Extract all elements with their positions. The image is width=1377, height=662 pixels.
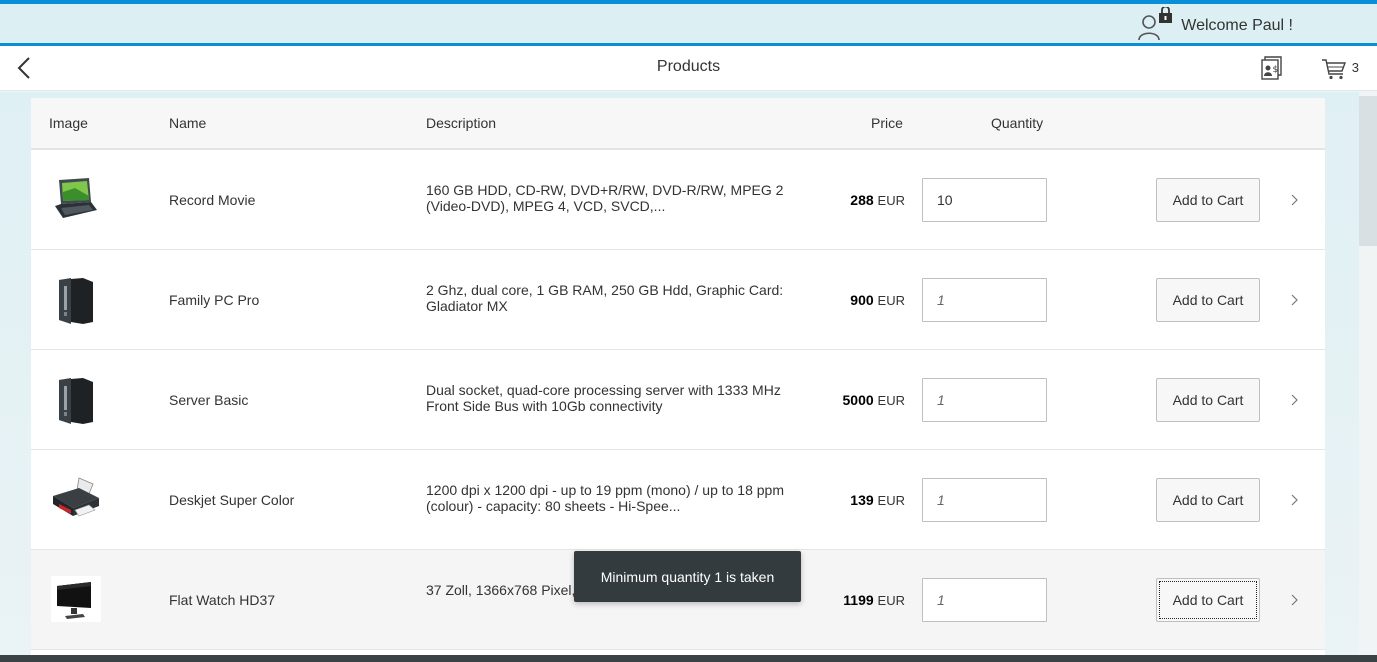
table-header: Image Name Description Price Quantity	[31, 98, 1325, 150]
product-name: Family PC Pro	[169, 292, 260, 308]
quantity-input[interactable]	[922, 278, 1047, 322]
table-row[interactable]: Deskjet Super Color 1200 dpi x 1200 dpi …	[31, 450, 1325, 550]
quantity-input[interactable]	[922, 378, 1047, 422]
price-currency: EUR	[877, 193, 905, 208]
price-currency: EUR	[877, 393, 905, 408]
footer-bar	[0, 655, 1377, 662]
user-welcome[interactable]: Welcome Paul !	[1137, 5, 1293, 46]
product-description: 1200 dpi x 1200 dpi - up to 19 ppm (mono…	[426, 482, 785, 514]
product-name: Record Movie	[169, 192, 256, 208]
price-value: 5000	[842, 392, 874, 408]
product-price: 288 EUR	[850, 192, 905, 208]
printer-icon	[49, 474, 101, 524]
product-price: 900 EUR	[850, 292, 905, 308]
shell-bar: Welcome Paul !	[0, 0, 1377, 46]
column-header-price: Price	[871, 115, 903, 131]
price-value: 900	[850, 292, 874, 308]
price-value: 1199	[843, 592, 874, 608]
product-price: 139 EUR	[850, 492, 905, 508]
product-description: 2 Ghz, dual core, 1 GB RAM, 250 GB Hdd, …	[426, 282, 784, 314]
add-to-cart-button[interactable]: Add to Cart	[1156, 478, 1260, 522]
product-description: 160 GB HDD, CD-RW, DVD+R/RW, DVD-R/RW, M…	[426, 182, 784, 214]
cart-icon[interactable]	[1321, 55, 1347, 81]
chevron-right-icon[interactable]	[1287, 590, 1303, 610]
chevron-right-icon[interactable]	[1287, 190, 1303, 210]
chevron-right-icon[interactable]	[1287, 390, 1303, 410]
chevron-right-icon[interactable]	[1287, 490, 1303, 510]
column-header-image: Image	[49, 115, 88, 131]
product-name: Flat Watch HD37	[169, 592, 276, 608]
add-to-cart-button[interactable]: Add to Cart	[1156, 278, 1260, 322]
chevron-right-icon[interactable]	[1287, 290, 1303, 310]
table-row[interactable]: Record Movie 160 GB HDD, CD-RW, DVD+R/RW…	[31, 150, 1325, 250]
product-price: 1199 EUR	[843, 592, 905, 608]
monitor-icon	[49, 574, 101, 624]
quantity-input[interactable]	[922, 578, 1047, 622]
price-currency: EUR	[877, 293, 905, 308]
price-currency: EUR	[877, 593, 905, 608]
quantity-input[interactable]	[922, 478, 1047, 522]
price-currency: EUR	[877, 493, 905, 508]
column-header-quantity: Quantity	[991, 115, 1044, 131]
add-to-cart-button[interactable]: Add to Cart	[1156, 378, 1260, 422]
column-header-name: Name	[169, 115, 207, 131]
page-header: Products $ 3	[0, 46, 1377, 91]
page-title: Products	[656, 58, 721, 75]
user-lock-icon	[1137, 5, 1177, 46]
quantity-input[interactable]	[922, 178, 1047, 222]
account-statement-icon[interactable]: $	[1259, 55, 1285, 81]
price-value: 288	[850, 192, 874, 208]
pc-tower-icon	[49, 274, 101, 324]
add-to-cart-button[interactable]: Add to Cart	[1156, 178, 1260, 222]
product-price: 5000 EUR	[843, 392, 906, 408]
product-name: Server Basic	[169, 392, 249, 408]
table-row[interactable]: Family PC Pro 2 Ghz, dual core, 1 GB RAM…	[31, 250, 1325, 350]
product-description: Dual socket, quad-core processing server…	[426, 382, 781, 414]
table-row[interactable]: Server Basic Dual socket, quad-core proc…	[31, 350, 1325, 450]
laptop-icon	[49, 174, 101, 224]
column-header-description: Description	[426, 115, 497, 131]
scrollbar-thumb[interactable]	[1359, 96, 1377, 246]
toast-message: Minimum quantity 1 is taken	[574, 551, 801, 602]
price-value: 139	[850, 492, 874, 508]
server-tower-icon	[49, 374, 101, 424]
svg-text:$: $	[1273, 65, 1279, 75]
welcome-text: Welcome Paul !	[1181, 17, 1293, 34]
product-name: Deskjet Super Color	[169, 492, 295, 508]
cart-count: 3	[1351, 60, 1359, 75]
add-to-cart-button[interactable]: Add to Cart	[1156, 578, 1260, 622]
